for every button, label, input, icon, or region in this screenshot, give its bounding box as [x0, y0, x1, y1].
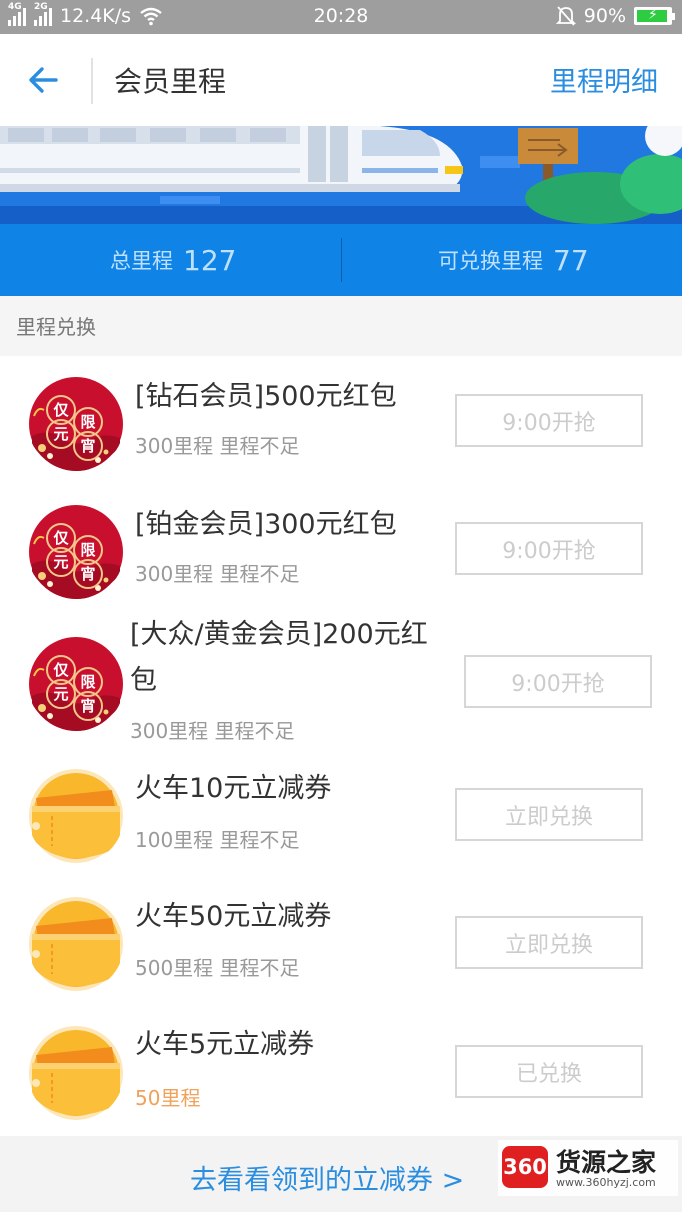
item-title: [钻石会员]500元红包: [135, 381, 397, 412]
badge-char: 限: [80, 413, 95, 431]
train-illustration: [0, 126, 682, 224]
badge-char: 元: [53, 685, 68, 703]
redeem-button[interactable]: 9:00开抢: [455, 394, 643, 447]
redeem-button[interactable]: 9:00开抢: [455, 522, 643, 575]
mileage-detail-link[interactable]: 里程明细: [550, 60, 658, 99]
redeem-button[interactable]: 立即兑换: [455, 916, 643, 969]
watermark-logo: 360: [502, 1146, 548, 1188]
lantern-festival-badge-icon: 仅 限 元 宵: [28, 376, 124, 472]
back-arrow-icon: [29, 67, 58, 93]
lantern-festival-badge-icon: 仅 限 元 宵: [28, 636, 124, 732]
battery-icon: ⚡: [634, 7, 675, 25]
ticket-coupon-icon: [28, 768, 124, 864]
watermark: 360 货源之家 www.360hyzj.com: [498, 1140, 678, 1196]
badge-char: 限: [80, 673, 95, 691]
redeem-button[interactable]: 立即兑换: [455, 788, 643, 841]
redeemable-mileage-label: 可兑换里程: [438, 249, 543, 273]
badge-char: 元: [53, 425, 68, 443]
redeemable-mileage-value: 77: [553, 243, 589, 277]
mute-bell-icon: [555, 6, 576, 26]
item-title: [大众/黄金会员]200元红: [130, 619, 428, 650]
watermark-text: 货源之家: [556, 1148, 657, 1177]
item-title: 火车50元立减券: [135, 901, 332, 932]
item-subtitle: 500里程 里程不足: [135, 956, 300, 980]
badge-char: 仅: [52, 529, 69, 547]
page-title: 会员里程: [114, 65, 227, 98]
watermark-url: www.360hyzj.com: [556, 1176, 656, 1189]
item-title: 火车10元立减券: [135, 773, 332, 804]
list-item: 仅 限 元 宵 [大众/黄金会员]200元红 包 300里程 里程不足 9:00…: [0, 612, 682, 752]
item-title-line2: 包: [130, 665, 157, 696]
exchanged-button[interactable]: 已兑换: [455, 1045, 643, 1098]
stats-divider: [341, 238, 342, 282]
badge-char: 宵: [80, 437, 95, 455]
badge-char: 元: [53, 553, 68, 571]
item-subtitle: 300里程 里程不足: [135, 562, 300, 586]
badge-char: 宵: [80, 697, 95, 715]
redeem-button[interactable]: 9:00开抢: [464, 655, 652, 708]
total-mileage: 总里程 127: [110, 224, 236, 296]
item-subtitle: 300里程 里程不足: [130, 719, 295, 743]
item-subtitle: 100里程 里程不足: [135, 828, 300, 852]
item-subtitle: 300里程 里程不足: [135, 434, 300, 458]
badge-char: 宵: [80, 565, 95, 583]
train-banner: [0, 126, 682, 224]
ticket-coupon-icon: [28, 1025, 124, 1121]
app-header: 会员里程 里程明细: [0, 34, 682, 126]
lantern-festival-badge-icon: 仅 限 元 宵: [28, 504, 124, 600]
item-title: [铂金会员]300元红包: [135, 509, 397, 540]
list-item: 火车10元立减券 100里程 里程不足 立即兑换: [0, 752, 682, 880]
status-bar: 4G 2G 12.4K/s 20:28 90% ⚡: [0, 0, 682, 34]
header-divider: [91, 58, 93, 104]
list-item: 火车5元立减券 50里程 已兑换: [0, 1008, 682, 1136]
view-coupons-link[interactable]: 去看看领到的立减券 >: [190, 1158, 464, 1197]
item-title: 火车5元立减券: [135, 1029, 315, 1060]
list-item: 仅 限 元 宵 [钻石会员]500元红包 300里程 里程不足 9:00开抢: [0, 356, 682, 484]
section-header: 里程兑换: [0, 296, 682, 356]
list-item: 火车50元立减券 500里程 里程不足 立即兑换: [0, 880, 682, 1008]
item-subtitle: 50里程: [135, 1086, 201, 1110]
badge-char: 仅: [52, 401, 69, 419]
badge-char: 仅: [52, 661, 69, 679]
section-title: 里程兑换: [16, 315, 96, 339]
ticket-coupon-icon: [28, 896, 124, 992]
total-mileage-value: 127: [183, 243, 237, 277]
mileage-stats: 总里程 127 可兑换里程 77: [0, 224, 682, 296]
list-item: 仅 限 元 宵 [铂金会员]300元红包 300里程 里程不足 9:00开抢: [0, 484, 682, 612]
badge-char: 限: [80, 541, 95, 559]
battery-percent: 90%: [583, 5, 626, 27]
redeemable-mileage: 可兑换里程 77: [438, 224, 589, 296]
total-mileage-label: 总里程: [110, 249, 173, 273]
back-button[interactable]: [22, 58, 70, 102]
